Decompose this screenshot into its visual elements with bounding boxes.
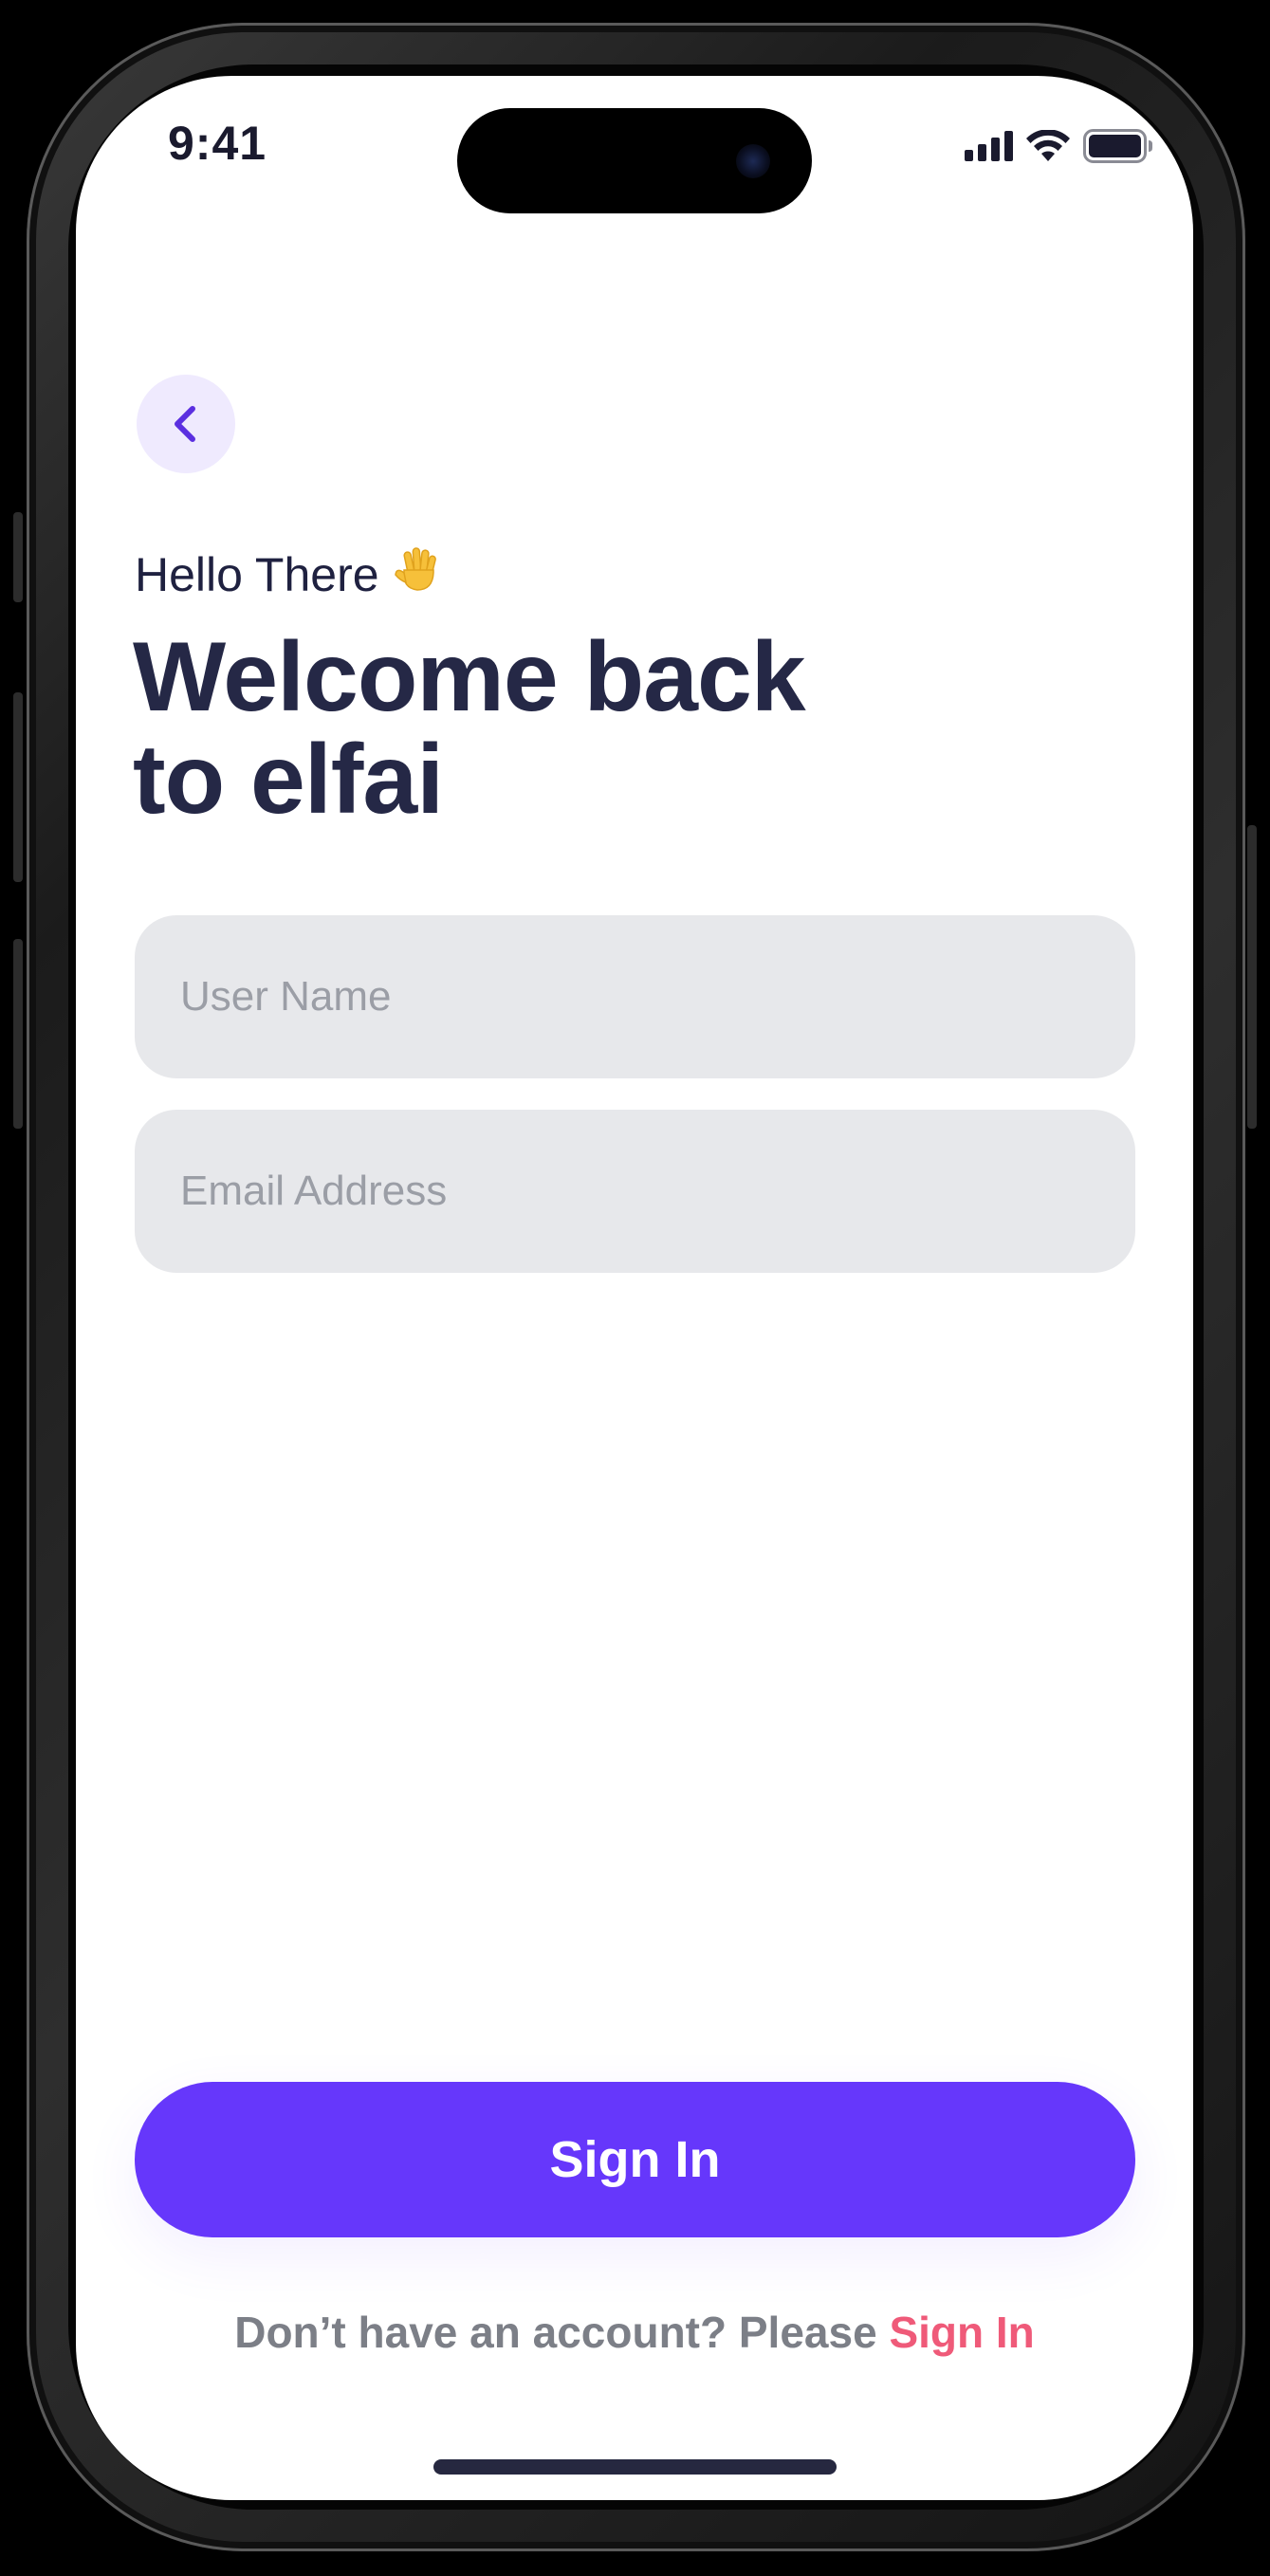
power-button	[1247, 825, 1257, 1129]
dynamic-island	[457, 108, 812, 213]
waving-hand-icon	[393, 544, 442, 605]
cellular-signal-icon	[965, 131, 1013, 161]
battery-icon	[1083, 129, 1153, 163]
sign-in-link[interactable]: Sign In	[889, 2308, 1034, 2357]
status-time: 9:41	[168, 117, 267, 170]
wifi-icon	[1026, 130, 1070, 162]
account-prompt: Don’t have an account? Please Sign In	[76, 2307, 1193, 2358]
page-title-line-2: to elfai	[133, 725, 444, 835]
status-indicators	[965, 129, 1153, 163]
action-button	[13, 512, 23, 602]
sign-in-button[interactable]: Sign In	[135, 2082, 1135, 2237]
front-camera-icon	[736, 144, 770, 178]
home-indicator[interactable]	[433, 2459, 837, 2475]
email-address-input[interactable]	[135, 1110, 1135, 1273]
back-button[interactable]	[137, 375, 235, 473]
volume-down-button	[13, 939, 23, 1129]
page-title-line-1: Welcome back	[133, 622, 806, 732]
volume-up-button	[13, 692, 23, 882]
page-title: Welcome back to elfai	[133, 626, 986, 831]
account-prompt-text: Don’t have an account? Please	[234, 2308, 890, 2357]
greeting-label: Hello There	[135, 548, 379, 601]
chevron-left-icon	[175, 406, 195, 442]
app-screen: 9:41 Hello There Welcome back to elfai U…	[76, 76, 1193, 2500]
greeting-text: Hello There	[135, 544, 442, 605]
username-input[interactable]	[135, 915, 1135, 1078]
